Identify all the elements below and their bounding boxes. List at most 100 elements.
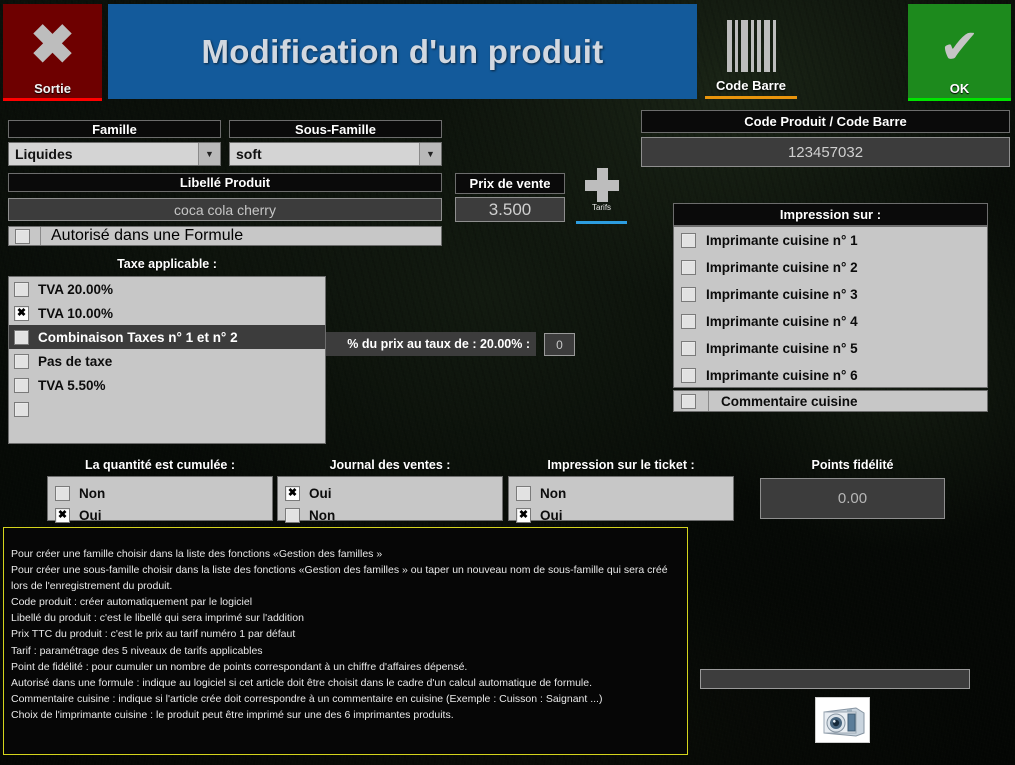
taxe-label: Combinaison Taxes n° 1 et n° 2 (38, 329, 238, 345)
famille-header: Famille (8, 120, 221, 138)
taxe-checkbox[interactable] (14, 281, 29, 297)
autorise-formule-checkbox[interactable] (15, 228, 30, 244)
taxe-checkbox[interactable] (14, 401, 29, 417)
chevron-down-icon[interactable]: ▼ (419, 143, 441, 165)
help-line: Libellé du produit : c'est le libellé qu… (11, 612, 304, 625)
printer-checkbox[interactable] (681, 341, 696, 356)
journal-ventes-label: Journal des ventes : (329, 458, 451, 472)
exit-button-label: Sortie (34, 81, 71, 96)
ok-button[interactable]: ✔ OK (908, 4, 1011, 101)
prix-de-vente-header: Prix de vente (455, 173, 565, 194)
combinaison-taux-label: % du prix au taux de : 20.00% : (326, 332, 536, 356)
taxe-label: Pas de taxe (38, 353, 113, 369)
camera-button[interactable] (815, 697, 870, 743)
famille-select[interactable]: Liquides ▼ (8, 142, 221, 166)
barcode-button[interactable]: Code Barre (705, 4, 797, 101)
impression-printer-list: Imprimante cuisine n° 1 Imprimante cuisi… (673, 226, 988, 388)
plus-icon (584, 168, 619, 202)
journal-option-row[interactable]: ✖ Oui (285, 482, 502, 504)
commentaire-cuisine-row[interactable]: Commentaire cuisine (673, 390, 988, 412)
points-fidelite-label: Points fidélité (811, 458, 894, 472)
journal-ventes-group: ✖ Oui Non (277, 476, 503, 523)
printer-label: Imprimante cuisine n° 2 (706, 260, 858, 275)
page-title: Modification d'un produit (201, 32, 604, 70)
printer-checkbox[interactable] (681, 368, 696, 383)
libelle-produit-header: Libellé Produit (8, 173, 442, 192)
sous-famille-header: Sous-Famille (229, 120, 442, 138)
taxe-checkbox[interactable] (14, 329, 29, 345)
taxe-label: TVA 10.00% (38, 305, 114, 321)
taxe-row[interactable]: ✖ TVA 10.00% (9, 301, 325, 325)
commentaire-cuisine-label: Commentaire cuisine (721, 393, 858, 409)
help-line: Choix de l'imprimante cuisine : le produ… (11, 708, 454, 721)
printer-row[interactable]: Imprimante cuisine n° 6 (674, 362, 987, 389)
printer-checkbox[interactable] (681, 260, 696, 275)
taxe-row[interactable] (9, 397, 325, 421)
autorise-formule-label: Autorisé dans une Formule (51, 227, 244, 244)
sous-famille-selected-value: soft (236, 146, 262, 162)
top-toolbar: ✖ Sortie Modification d'un produit Code … (0, 0, 1015, 101)
taxe-checkbox[interactable] (14, 353, 29, 369)
code-produit-header: Code Produit / Code Barre (641, 110, 1010, 133)
printer-label: Imprimante cuisine n° 4 (706, 314, 858, 329)
quantite-option-row[interactable]: Non (55, 482, 272, 504)
close-x-icon: ✖ (29, 15, 76, 75)
chevron-down-icon[interactable]: ▼ (198, 143, 220, 165)
tarifs-button-label: Tarifs (591, 203, 612, 212)
quantite-option-label: Oui (79, 507, 102, 523)
tarifs-button[interactable]: Tarifs (576, 168, 627, 224)
journal-checkbox[interactable] (285, 507, 300, 523)
libelle-produit-input[interactable]: coca cola cherry (8, 198, 442, 221)
points-fidelite-input[interactable]: 0.00 (760, 478, 945, 519)
help-line: Code produit : créer automatiquement par… (11, 596, 253, 609)
ticket-option-row[interactable]: ✖ Oui (516, 504, 733, 526)
tarifs-underline (576, 221, 627, 224)
taxe-row[interactable]: Pas de taxe (9, 349, 325, 373)
code-produit-input[interactable]: 123457032 (641, 137, 1010, 167)
exit-button[interactable]: ✖ Sortie (3, 4, 102, 101)
quantite-checkbox[interactable] (55, 485, 70, 501)
journal-checkbox[interactable]: ✖ (285, 485, 300, 501)
ticket-option-row[interactable]: Non (516, 482, 733, 504)
quantite-cumulee-group: Non ✖ Oui (47, 476, 273, 523)
ticket-checkbox[interactable]: ✖ (516, 507, 531, 523)
quantite-option-row[interactable]: ✖ Oui (55, 504, 272, 526)
autorise-formule-row[interactable]: Autorisé dans une Formule (8, 226, 442, 246)
famille-selected-value: Liquides (15, 146, 73, 162)
journal-option-label: Oui (309, 485, 332, 501)
printer-row[interactable]: Imprimante cuisine n° 1 (674, 227, 987, 254)
printer-row[interactable]: Imprimante cuisine n° 2 (674, 254, 987, 281)
quantite-checkbox[interactable]: ✖ (55, 507, 70, 523)
printer-row[interactable]: Imprimante cuisine n° 4 (674, 308, 987, 335)
printer-row[interactable]: Imprimante cuisine n° 5 (674, 335, 987, 362)
quantite-cumulee-label: La quantité est cumulée : (84, 458, 236, 472)
ticket-checkbox[interactable] (516, 485, 531, 501)
printer-checkbox[interactable] (681, 314, 696, 329)
help-line: Prix TTC du produit : c'est le prix au t… (11, 628, 296, 641)
divider (40, 227, 41, 245)
impression-ticket-label: Impression sur le ticket : (547, 458, 695, 472)
printer-checkbox[interactable] (681, 287, 696, 302)
barcode-button-label: Code Barre (715, 78, 787, 93)
impression-sur-header: Impression sur : (673, 203, 988, 226)
taxe-checkbox[interactable] (14, 377, 29, 393)
commentaire-cuisine-checkbox[interactable] (681, 393, 696, 409)
taxe-label: TVA 5.50% (38, 377, 106, 393)
quantite-option-label: Non (79, 485, 106, 501)
printer-label: Imprimante cuisine n° 5 (706, 341, 858, 356)
taxe-checkbox[interactable]: ✖ (14, 305, 29, 321)
taxe-row[interactable]: Combinaison Taxes n° 1 et n° 2 (9, 325, 325, 349)
image-path-input[interactable] (700, 669, 970, 689)
combinaison-taux-input[interactable]: 0 (544, 333, 575, 356)
sous-famille-select[interactable]: soft ▼ (229, 142, 442, 166)
taxe-applicable-list: TVA 20.00% ✖ TVA 10.00% Combinaison Taxe… (8, 276, 326, 444)
help-line: Tarif : paramétrage des 5 niveaux de tar… (11, 644, 263, 657)
printer-row[interactable]: Imprimante cuisine n° 3 (674, 281, 987, 308)
taxe-applicable-label: Taxe applicable : (117, 257, 217, 271)
taxe-row[interactable]: TVA 5.50% (9, 373, 325, 397)
help-line: Autorisé dans une formule : indique au l… (11, 676, 592, 689)
journal-option-row[interactable]: Non (285, 504, 502, 526)
prix-de-vente-input[interactable]: 3.500 (455, 197, 565, 222)
printer-checkbox[interactable] (681, 233, 696, 248)
taxe-row[interactable]: TVA 20.00% (9, 277, 325, 301)
